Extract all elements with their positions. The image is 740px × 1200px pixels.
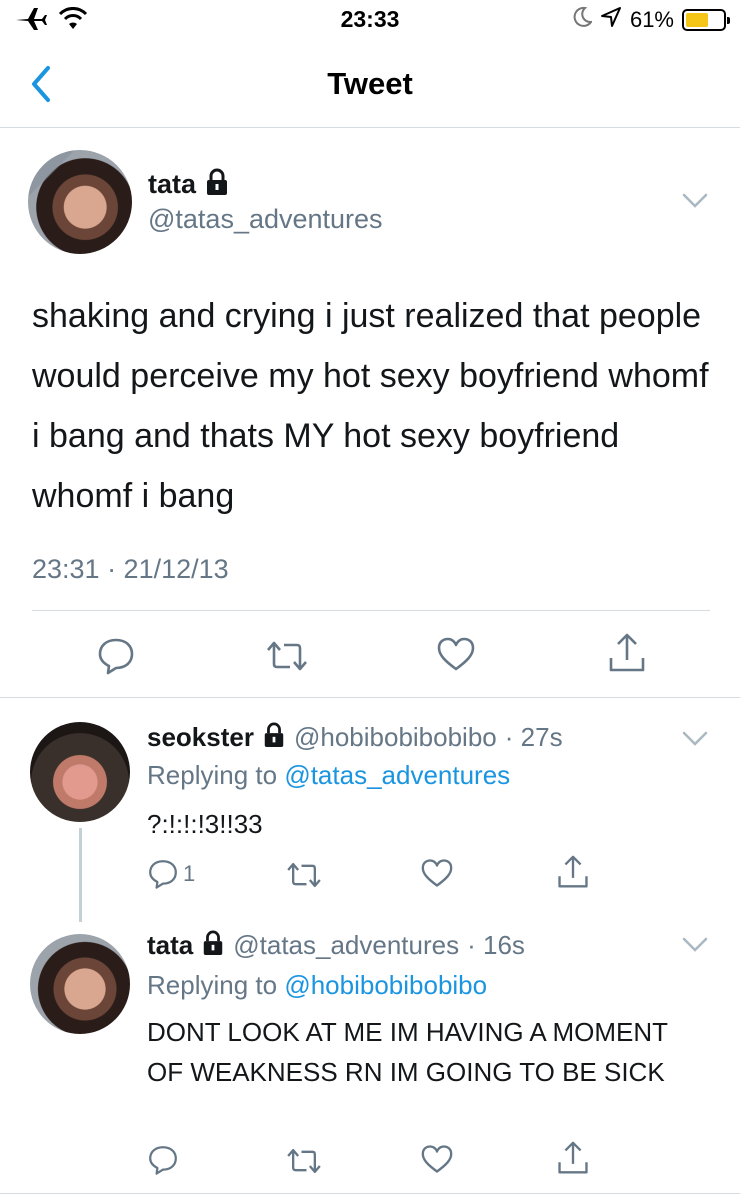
author-handle[interactable]: @tatas_adventures xyxy=(148,204,383,235)
reply-button[interactable] xyxy=(147,1144,179,1176)
status-bar: 23:33 61% xyxy=(0,0,740,42)
lock-icon xyxy=(201,930,225,961)
reply-button[interactable] xyxy=(96,636,136,676)
chevron-down-icon xyxy=(682,731,708,746)
replying-to: Replying to @tatas_adventures xyxy=(147,760,510,791)
like-button[interactable] xyxy=(437,636,475,672)
divider xyxy=(32,610,710,611)
reply-text: ?:!:!:!3!!33 xyxy=(147,809,263,839)
battery-fill xyxy=(686,13,708,27)
reply-count: 1 xyxy=(183,861,196,886)
reply-header: seokster @hobibobibobibo · 27s xyxy=(147,722,563,753)
tweet-menu-button[interactable] xyxy=(682,192,708,210)
like-icon xyxy=(421,859,453,887)
tweet-text: shaking and crying i just realized that … xyxy=(32,297,709,515)
author-name[interactable]: tata xyxy=(147,930,193,961)
reply-icon xyxy=(98,638,134,675)
reply-icon xyxy=(149,860,177,889)
reply-icon xyxy=(149,1146,177,1175)
avatar[interactable] xyxy=(30,722,130,822)
replying-label: Replying to xyxy=(147,970,278,1000)
like-button[interactable] xyxy=(421,858,453,888)
status-right: 61% xyxy=(572,6,730,34)
author-name[interactable]: seokster xyxy=(147,722,254,753)
retweet-icon xyxy=(287,863,321,887)
author-name[interactable]: tata xyxy=(148,169,196,200)
chevron-down-icon xyxy=(682,193,708,208)
share-icon xyxy=(558,1141,588,1174)
reply-time: · 16s xyxy=(467,930,525,960)
author-name-row[interactable]: tata xyxy=(148,168,230,201)
like-button[interactable] xyxy=(421,1144,453,1174)
retweet-button[interactable] xyxy=(286,860,322,890)
like-icon xyxy=(421,1145,453,1173)
lock-icon xyxy=(262,722,286,753)
reply-tweet[interactable]: tata @tatas_adventures · 16s Replying to… xyxy=(0,922,740,1194)
thread-line xyxy=(79,828,82,922)
author-handle[interactable]: @hobibobibobibo xyxy=(294,722,497,753)
mention-link[interactable]: @hobibobibobibo xyxy=(284,970,487,1000)
page-title: Tweet xyxy=(327,66,413,101)
share-icon xyxy=(609,633,645,672)
retweet-icon xyxy=(267,641,307,671)
retweet-button[interactable] xyxy=(266,638,308,674)
moon-icon xyxy=(572,6,593,34)
replying-label: Replying to xyxy=(147,760,278,790)
tweet-timestamp[interactable]: 23:31 · 21/12/13 xyxy=(32,554,229,585)
mention-link[interactable]: @tatas_adventures xyxy=(284,760,510,790)
tweet-menu-button[interactable] xyxy=(682,730,708,748)
location-arrow-icon xyxy=(600,6,622,34)
reply-button[interactable]: 1 xyxy=(147,858,195,890)
share-icon xyxy=(558,855,588,888)
nav-bar: Tweet xyxy=(0,42,740,128)
avatar[interactable] xyxy=(30,934,130,1034)
chevron-down-icon xyxy=(682,937,708,952)
author-handle[interactable]: @tatas_adventures xyxy=(233,930,459,961)
like-icon xyxy=(437,637,475,671)
tweet-menu-button[interactable] xyxy=(682,936,708,954)
share-button[interactable] xyxy=(557,854,589,890)
tweet-actions xyxy=(0,628,740,684)
battery-percent: 61% xyxy=(629,7,674,32)
reply-header: tata @tatas_adventures · 16s xyxy=(147,930,525,961)
avatar[interactable] xyxy=(28,150,132,254)
reply-tweet[interactable]: seokster @hobibobibobibo · 27s Replying … xyxy=(0,700,740,922)
reply-time: · 27s xyxy=(504,722,563,752)
retweet-icon xyxy=(287,1149,321,1173)
share-button[interactable] xyxy=(608,632,646,674)
replying-to: Replying to @hobibobibobibo xyxy=(147,970,487,1001)
retweet-button[interactable] xyxy=(286,1146,322,1176)
reply-text: DONT LOOK AT ME IM HAVING A MOMENT OF WE… xyxy=(147,1017,668,1087)
battery-icon xyxy=(682,9,730,31)
share-button[interactable] xyxy=(557,1140,589,1176)
main-tweet: tata @tatas_adventures shaking and cryin… xyxy=(0,128,740,698)
lock-icon xyxy=(204,168,230,201)
